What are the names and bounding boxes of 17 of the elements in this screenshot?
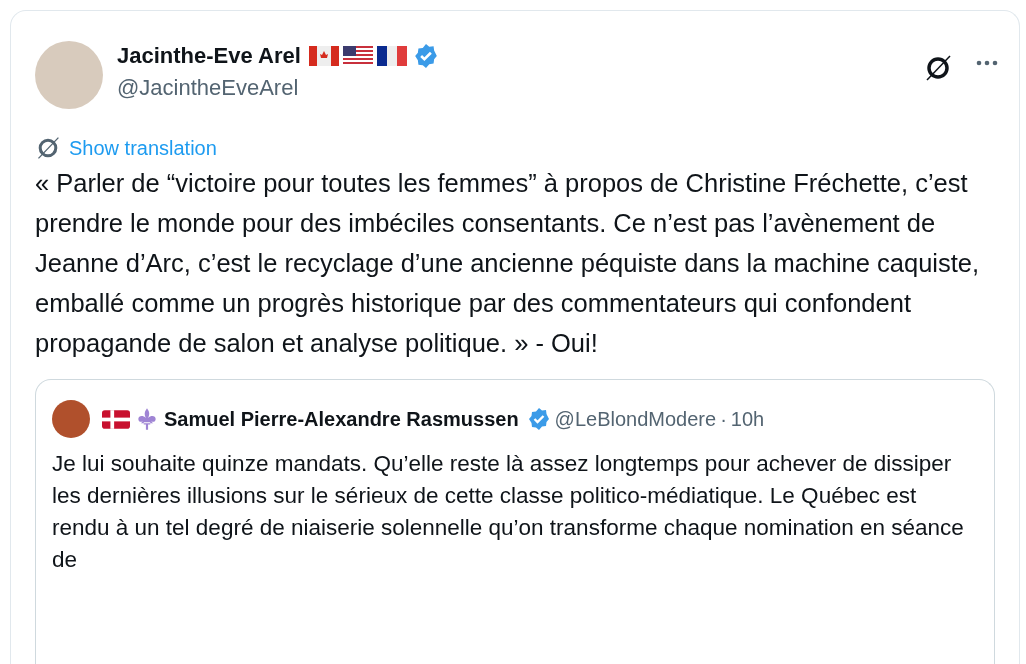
author-name[interactable]: Jacinthe-Eve Arel — [117, 43, 301, 69]
post-time[interactable]: 10h — [730, 407, 765, 431]
flag-icon — [342, 46, 373, 66]
flag-icon — [376, 46, 407, 66]
separator-dot: · — [720, 407, 727, 431]
author-handle[interactable]: @JacintheEveArel — [117, 75, 923, 101]
quoted-post[interactable] — [35, 379, 995, 664]
slashed-circle-icon — [35, 135, 61, 161]
post-text: « Parler de “victoire pour toutes les femmes” à propos de Christine Fréchette, c’est prendre le monde pour des imbéciles consentants. Ce n’est pas l’avènement de Jeanne d’Arc, c’est le recyclage d’une ancienne péquiste dans la machine caquiste, emballé comme un progrès historique par des commentateurs qui confondent propagande de salon et analyse politique. » - Oui! — [35, 168, 981, 359]
quote-author-name[interactable]: Samuel Pierre-Alexandre Rasmussen — [164, 407, 519, 431]
slashed-circle-icon[interactable] — [923, 53, 953, 83]
flag-icon — [102, 409, 130, 429]
avatar[interactable] — [52, 400, 90, 438]
more-icon[interactable] — [975, 59, 999, 67]
flag-icon — [308, 46, 339, 66]
quote-author-handle[interactable]: @LeBlondModere — [554, 407, 717, 431]
quote-text: Je lui souhaite quinze mandats. Qu’elle reste là assez longtemps pour achever de dissiper les dernières illusions sur le sérieux de cette classe politico-médiatique. Le Québec est rendu à un tel degré de niaiserie solennelle qu’on transforme chaque nomination en séance de — [52, 450, 965, 574]
